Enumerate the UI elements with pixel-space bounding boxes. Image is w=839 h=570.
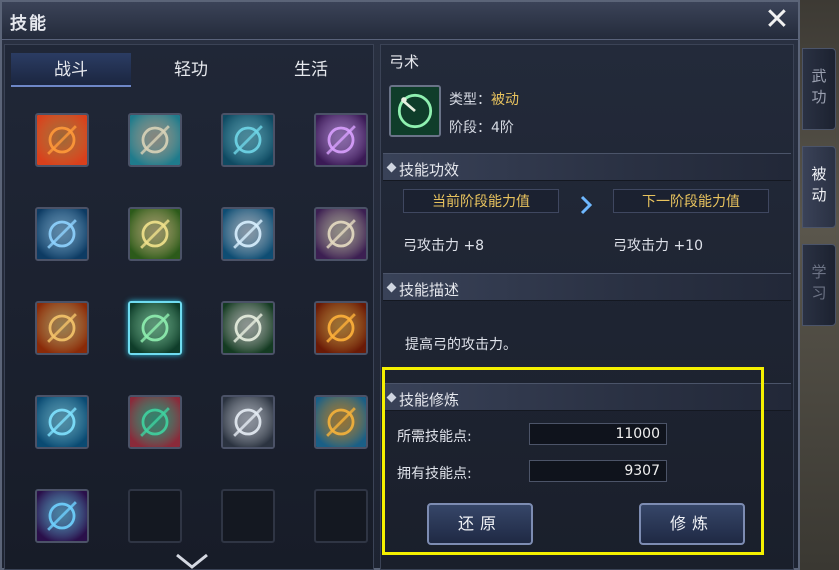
empty-slot[interactable] [128, 489, 182, 543]
empty-slot[interactable] [221, 489, 275, 543]
category-tabs: 战斗 轻功 生活 [11, 53, 371, 87]
purple-shield-icon[interactable] [314, 113, 368, 167]
side-tab-martial[interactable]: 武功 [802, 48, 836, 130]
mountain-flame-icon[interactable] [314, 395, 368, 449]
training-section-header: 技能修炼 [383, 383, 791, 411]
skill-stage: 阶段：4阶 [449, 117, 514, 137]
skill-stage-value: 4阶 [491, 120, 514, 136]
skill-detail-panel: 弓术 类型：被动 阶段：4阶 技能功效 当前阶段能力值 下一阶段能力值 弓攻击力… [380, 44, 794, 570]
empty-slot[interactable] [314, 489, 368, 543]
skill-name: 弓术 [389, 53, 420, 71]
training-section-title: 技能修炼 [399, 391, 460, 409]
skill-type: 类型：被动 [449, 89, 519, 109]
wave-icon[interactable] [35, 395, 89, 449]
tab-life[interactable]: 生活 [251, 53, 371, 87]
jade-dragon-icon[interactable] [128, 395, 182, 449]
side-tab-passive-label: 被动 [809, 166, 828, 208]
fire-sword-icon[interactable] [35, 301, 89, 355]
shuriken-icon[interactable] [221, 301, 275, 355]
owned-points-value: 9307 [529, 460, 667, 482]
current-stage-header: 当前阶段能力值 [403, 189, 559, 213]
window-title: 技能 [10, 14, 48, 34]
bow-ring-icon[interactable] [128, 301, 182, 355]
next-stage-header: 下一阶段能力值 [613, 189, 769, 213]
skill-description: 提高弓的攻击力。 [405, 337, 517, 353]
owned-points-label: 拥有技能点: [397, 466, 472, 482]
diamond-bullet-icon [386, 392, 397, 403]
effect-section-header: 技能功效 [383, 153, 791, 181]
chevron-right-icon [580, 195, 593, 215]
reset-button[interactable]: 还原 [427, 503, 533, 545]
skill-type-label: 类型： [449, 92, 491, 108]
claw-strike-icon[interactable] [221, 113, 275, 167]
side-tab-learn-label: 学习 [809, 264, 828, 306]
description-section-title: 技能描述 [399, 281, 460, 299]
current-stage-value: 弓攻击力 +8 [403, 238, 485, 254]
skill-stage-label: 阶段： [449, 120, 491, 136]
turtle-shell-icon[interactable] [128, 113, 182, 167]
golden-blade-icon[interactable] [128, 207, 182, 261]
skill-type-value: 被动 [491, 92, 519, 108]
side-tab-martial-label: 武功 [809, 68, 828, 110]
side-tab-learn[interactable]: 学习 [802, 244, 836, 326]
flame-wall-icon[interactable] [35, 113, 89, 167]
title-bar: 技能 ✕ [2, 2, 798, 40]
train-button[interactable]: 修炼 [639, 503, 745, 545]
vortex-icon[interactable] [35, 489, 89, 543]
side-tab-passive[interactable]: 被动 [802, 146, 836, 228]
effect-section-title: 技能功效 [399, 161, 460, 179]
required-points-label: 所需技能点: [397, 429, 472, 445]
required-points-value: 11000 [529, 423, 667, 445]
wind-slash-icon[interactable] [221, 207, 275, 261]
bow-ring-icon [389, 85, 441, 137]
diamond-bullet-icon [386, 162, 397, 173]
tab-combat[interactable]: 战斗 [11, 53, 131, 87]
spirit-aura-icon[interactable] [35, 207, 89, 261]
blade-rain-icon[interactable] [221, 395, 275, 449]
skill-icon-grid [25, 105, 368, 565]
tab-lightness[interactable]: 轻功 [131, 53, 251, 87]
next-stage-value: 弓攻击力 +10 [613, 238, 703, 254]
scroll-down-icon[interactable] [175, 553, 209, 569]
diamond-bullet-icon [386, 282, 397, 293]
description-section-header: 技能描述 [383, 273, 791, 301]
skill-window: 技能 ✕ 战斗 轻功 生活 弓术 类型：被动 阶段：4阶 技能功效 当前阶段能力… [0, 0, 800, 570]
skill-list-panel: 战斗 轻功 生活 [4, 44, 374, 570]
inferno-icon[interactable] [314, 301, 368, 355]
violet-blade-icon[interactable] [314, 207, 368, 261]
close-button[interactable]: ✕ [762, 4, 792, 36]
